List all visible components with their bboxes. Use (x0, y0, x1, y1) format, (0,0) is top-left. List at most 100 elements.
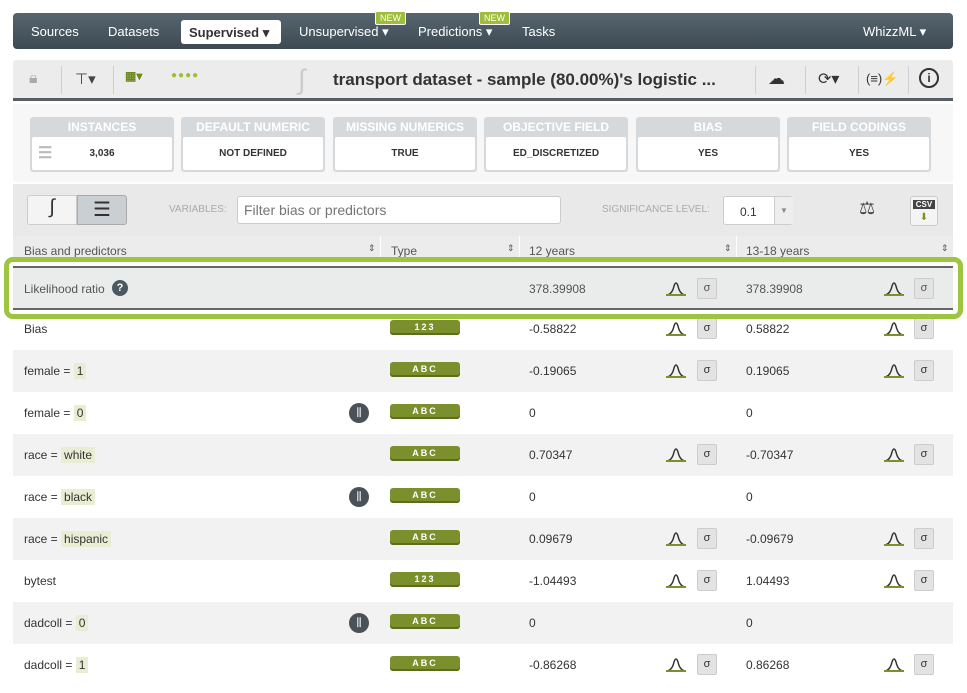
sigma-button[interactable]: σ (914, 360, 934, 381)
confusion-icon[interactable]: ▦▾ (125, 69, 142, 83)
distribution-icon[interactable] (665, 572, 687, 591)
significance-select[interactable]: 0.1 ▼ (723, 196, 793, 225)
distribution-icon[interactable] (883, 280, 905, 299)
distribution-icon[interactable] (883, 320, 905, 339)
nav-predictions[interactable]: Predictions ▾ (418, 24, 492, 40)
nav-sources[interactable]: Sources (31, 24, 79, 39)
category-value: 1 (75, 657, 89, 673)
sigma-button[interactable]: σ (697, 654, 717, 675)
sigma-button[interactable]: σ (697, 570, 717, 591)
sort-icon[interactable]: ⇕ (507, 243, 515, 254)
col-header-type[interactable]: Type (391, 244, 417, 258)
sigma-button[interactable]: σ (914, 528, 934, 549)
distribution-icon[interactable] (883, 572, 905, 591)
script-icon[interactable]: (≡)⚡ (866, 71, 898, 87)
sort-icon[interactable]: ⇕ (368, 243, 376, 254)
nav-unsupervised[interactable]: Unsupervised ▾ (299, 24, 389, 40)
batch-predict-icon[interactable]: ⟳▾ (818, 69, 839, 89)
sigma-button[interactable]: σ (697, 278, 717, 299)
filter-sliders-icon[interactable]: ⫼ (349, 487, 369, 507)
table-view-button[interactable]: ☰ (77, 195, 127, 225)
model-tree-icon[interactable]: ⊤▾ (75, 70, 96, 88)
coef-12-years: 0.70347 (529, 448, 573, 462)
coef-13-18-years: 0.19065 (746, 364, 790, 378)
distribution-icon[interactable] (665, 320, 687, 339)
sigma-button[interactable]: σ (914, 570, 934, 591)
distribution-icon[interactable] (883, 362, 905, 381)
predictor-name: bytest (24, 574, 57, 588)
sigma-button[interactable]: σ (697, 318, 717, 339)
sigma-button[interactable]: σ (697, 528, 717, 549)
coef-13-18-years: 1.04493 (746, 574, 790, 588)
csv-download-button[interactable]: CSV ⬇ (910, 196, 938, 226)
sigma-button[interactable]: σ (697, 360, 717, 381)
balance-icon[interactable]: ⚖ (859, 198, 875, 219)
coef-12-years: -1.04493 (529, 574, 577, 588)
list-icon: ☰ (38, 145, 53, 162)
curve-view-button[interactable]: ∫ (27, 195, 77, 225)
sigma-button[interactable]: σ (914, 654, 934, 675)
table-row: female = 0 ⫼ ABC 0 0 (13, 392, 953, 434)
distribution-icon[interactable] (665, 280, 687, 299)
type-badge: ABC (390, 446, 460, 461)
likelihood-row: Likelihood ratio ? 378.39908 σ 378.39908… (13, 266, 953, 310)
distribution-icon[interactable] (883, 446, 905, 465)
category-value: hispanic (61, 531, 112, 547)
distribution-icon[interactable] (883, 656, 905, 675)
col-header-13-18-years[interactable]: 13-18 years (746, 244, 809, 258)
distribution-icon[interactable] (665, 362, 687, 381)
nav-tasks[interactable]: Tasks (522, 24, 555, 39)
likelihood-value-13-18: 378.39908 (746, 282, 803, 296)
coef-12-years: -0.86268 (529, 658, 577, 672)
sigma-button[interactable]: σ (914, 278, 934, 299)
sigma-button[interactable]: σ (914, 444, 934, 465)
table-controls: ∫ ☰ VARIABLES: SIGNIFICANCE LEVEL: 0.1▼ … (13, 184, 953, 236)
category-value: 1 (73, 363, 87, 379)
lock-icon[interactable]: 🔒︎ (29, 70, 38, 88)
predictor-name: race = black (24, 489, 96, 505)
distribution-icon[interactable] (883, 530, 905, 549)
type-badge: ABC (390, 614, 460, 629)
distribution-icon[interactable] (665, 446, 687, 465)
summary-missing-numerics: MISSING NUMERICS TRUE (333, 117, 477, 172)
nav-whizzml[interactable]: WhizzML ▾ (863, 24, 926, 40)
variables-label: VARIABLES: (169, 204, 227, 215)
coef-13-18-years: -0.09679 (746, 532, 794, 546)
predictor-name: Bias (24, 322, 48, 336)
table-row: race = white ABC 0.70347 -0.70347 σ σ (13, 434, 953, 476)
type-badge: ABC (390, 488, 460, 503)
table-row: race = black ⫼ ABC 0 0 (13, 476, 953, 518)
likelihood-value-12: 378.39908 (529, 282, 586, 296)
predictor-name: dadcoll = 0 (24, 615, 89, 631)
type-badge: 123 (390, 572, 460, 587)
nav-supervised[interactable]: Supervised ▾ (181, 20, 281, 44)
distribution-icon[interactable] (665, 530, 687, 549)
category-value: white (61, 447, 96, 463)
table-row: race = hispanic ABC 0.09679 -0.09679 σ σ (13, 518, 953, 560)
col-header-12-years[interactable]: 12 years (529, 244, 575, 258)
summary-objective-field: OBJECTIVE FIELD ED_DISCRETIZED (484, 117, 628, 172)
download-cloud-icon[interactable]: ☁ (768, 69, 785, 89)
sigma-button[interactable]: σ (914, 318, 934, 339)
distribution-icon[interactable] (665, 656, 687, 675)
resource-toolbar: 🔒︎ ⊤▾ ▦▾ ●●●● ∫ transport dataset - samp… (13, 60, 953, 101)
filter-sliders-icon[interactable]: ⫼ (349, 613, 369, 633)
sigma-button[interactable]: σ (697, 444, 717, 465)
resource-title: transport dataset - sample (80.00%)'s lo… (333, 70, 716, 89)
variables-filter-input[interactable] (237, 196, 561, 224)
likelihood-label: Likelihood ratio (24, 282, 105, 296)
steps-dots-icon[interactable]: ●●●● (171, 70, 199, 81)
info-icon[interactable]: i (919, 68, 939, 88)
type-badge: ABC (390, 530, 460, 545)
sort-icon[interactable]: ⇕ (724, 243, 732, 254)
predictor-name: female = 0 (24, 405, 87, 421)
top-nav: Sources Datasets Supervised ▾ Unsupervis… (13, 11, 953, 49)
filter-sliders-icon[interactable]: ⫼ (349, 403, 369, 423)
table-row: bytest 123 -1.04493 1.04493 σ σ (13, 560, 953, 602)
category-value: 0 (73, 405, 87, 421)
col-header-predictors[interactable]: Bias and predictors (24, 244, 127, 258)
nav-datasets[interactable]: Datasets (108, 24, 159, 39)
help-icon[interactable]: ? (112, 280, 128, 296)
coef-12-years: 0 (529, 406, 536, 420)
sort-icon[interactable]: ⇕ (941, 243, 949, 254)
